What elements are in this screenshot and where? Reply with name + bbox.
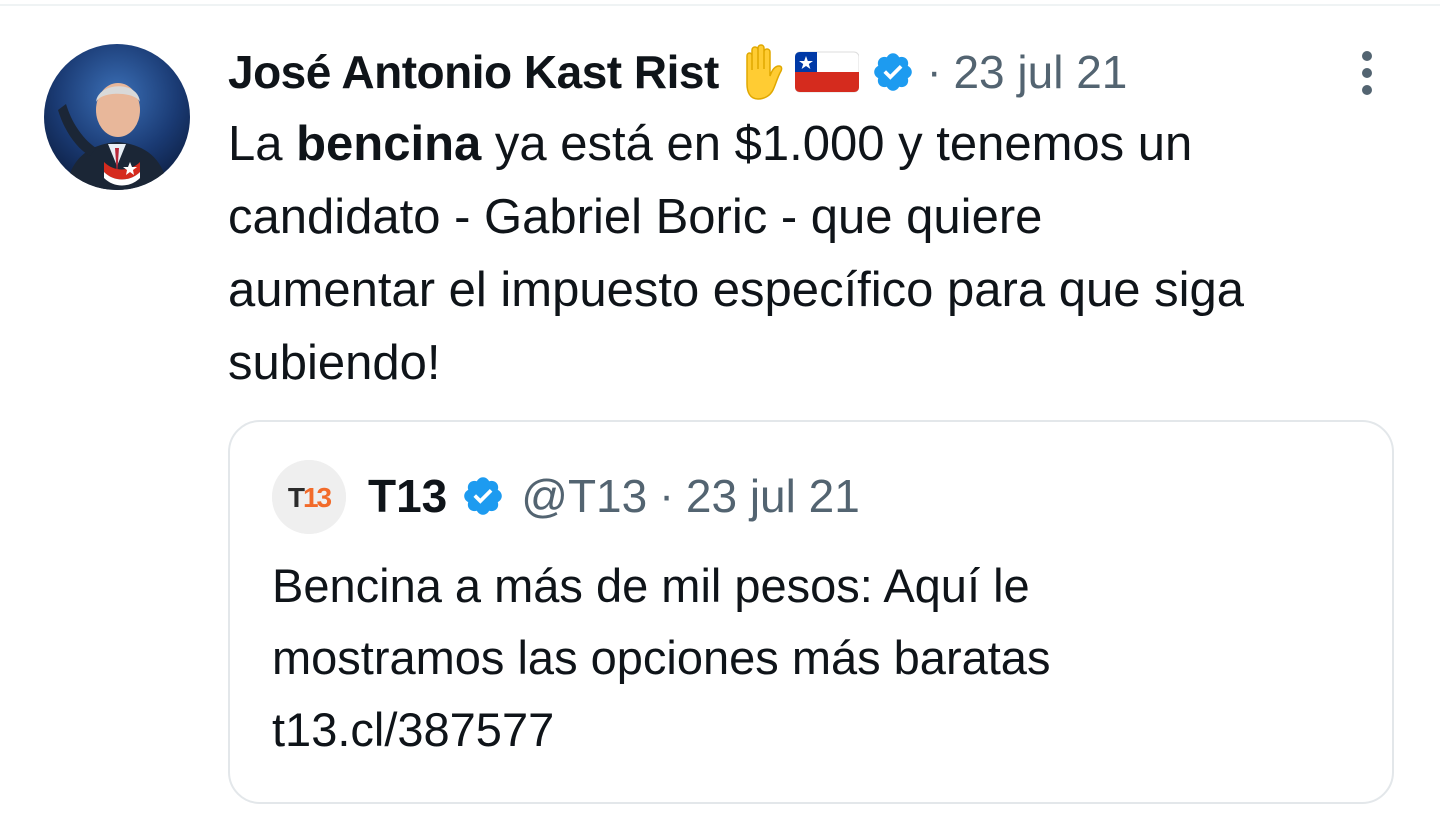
quoted-header: T13 @T13 · 23 jul 21 [368, 466, 860, 526]
quoted-avatar[interactable]: T13 [272, 460, 346, 534]
author-avatar[interactable] [44, 44, 190, 190]
tweet-text-line-4: subiendo! [228, 336, 441, 390]
bold-keyword: bencina [296, 117, 482, 171]
top-divider [0, 4, 1440, 6]
raised-hand-icon [737, 44, 789, 100]
tweet-text-line-3: aumentar el impuesto específico para que… [228, 263, 1244, 317]
quoted-link[interactable]: t13.cl/387577 [272, 694, 1352, 766]
tweet-header: José Antonio Kast Rist · 23 jul 21 [228, 40, 1127, 104]
chile-flag-icon [794, 50, 860, 94]
quoted-text: Bencina a más de mil pesos: Aquí le most… [272, 550, 1352, 766]
quoted-tweet-card[interactable]: T13 T13 @T13 · 23 jul 21 Bencina a más d… [228, 420, 1394, 804]
quoted-text-line-1: Bencina a más de mil pesos: Aquí le [272, 559, 1030, 612]
separator-dot: · [926, 47, 942, 96]
quoted-text-line-2: mostramos las opciones más baratas [272, 631, 1051, 684]
svg-text:T13: T13 [288, 482, 332, 513]
quoted-date: 23 jul 21 [685, 470, 860, 522]
more-options-icon[interactable] [1352, 48, 1382, 98]
quoted-handle: @T13 [521, 470, 648, 522]
tweet-text-line-2: candidato - Gabriel Boric - que quiere [228, 190, 1043, 244]
quoted-author-name[interactable]: T13 [368, 469, 447, 523]
author-name[interactable]: José Antonio Kast Rist [228, 45, 719, 99]
tweet-text: La bencina ya está en $1.000 y tenemos u… [228, 108, 1408, 400]
quoted-separator-dot: · [659, 471, 674, 520]
verified-badge-icon[interactable] [871, 50, 915, 94]
tweet-date[interactable]: 23 jul 21 [953, 45, 1127, 99]
tweet-text-line-1: La bencina ya está en $1.000 y tenemos u… [228, 117, 1193, 171]
quoted-verified-badge-icon [461, 474, 505, 518]
